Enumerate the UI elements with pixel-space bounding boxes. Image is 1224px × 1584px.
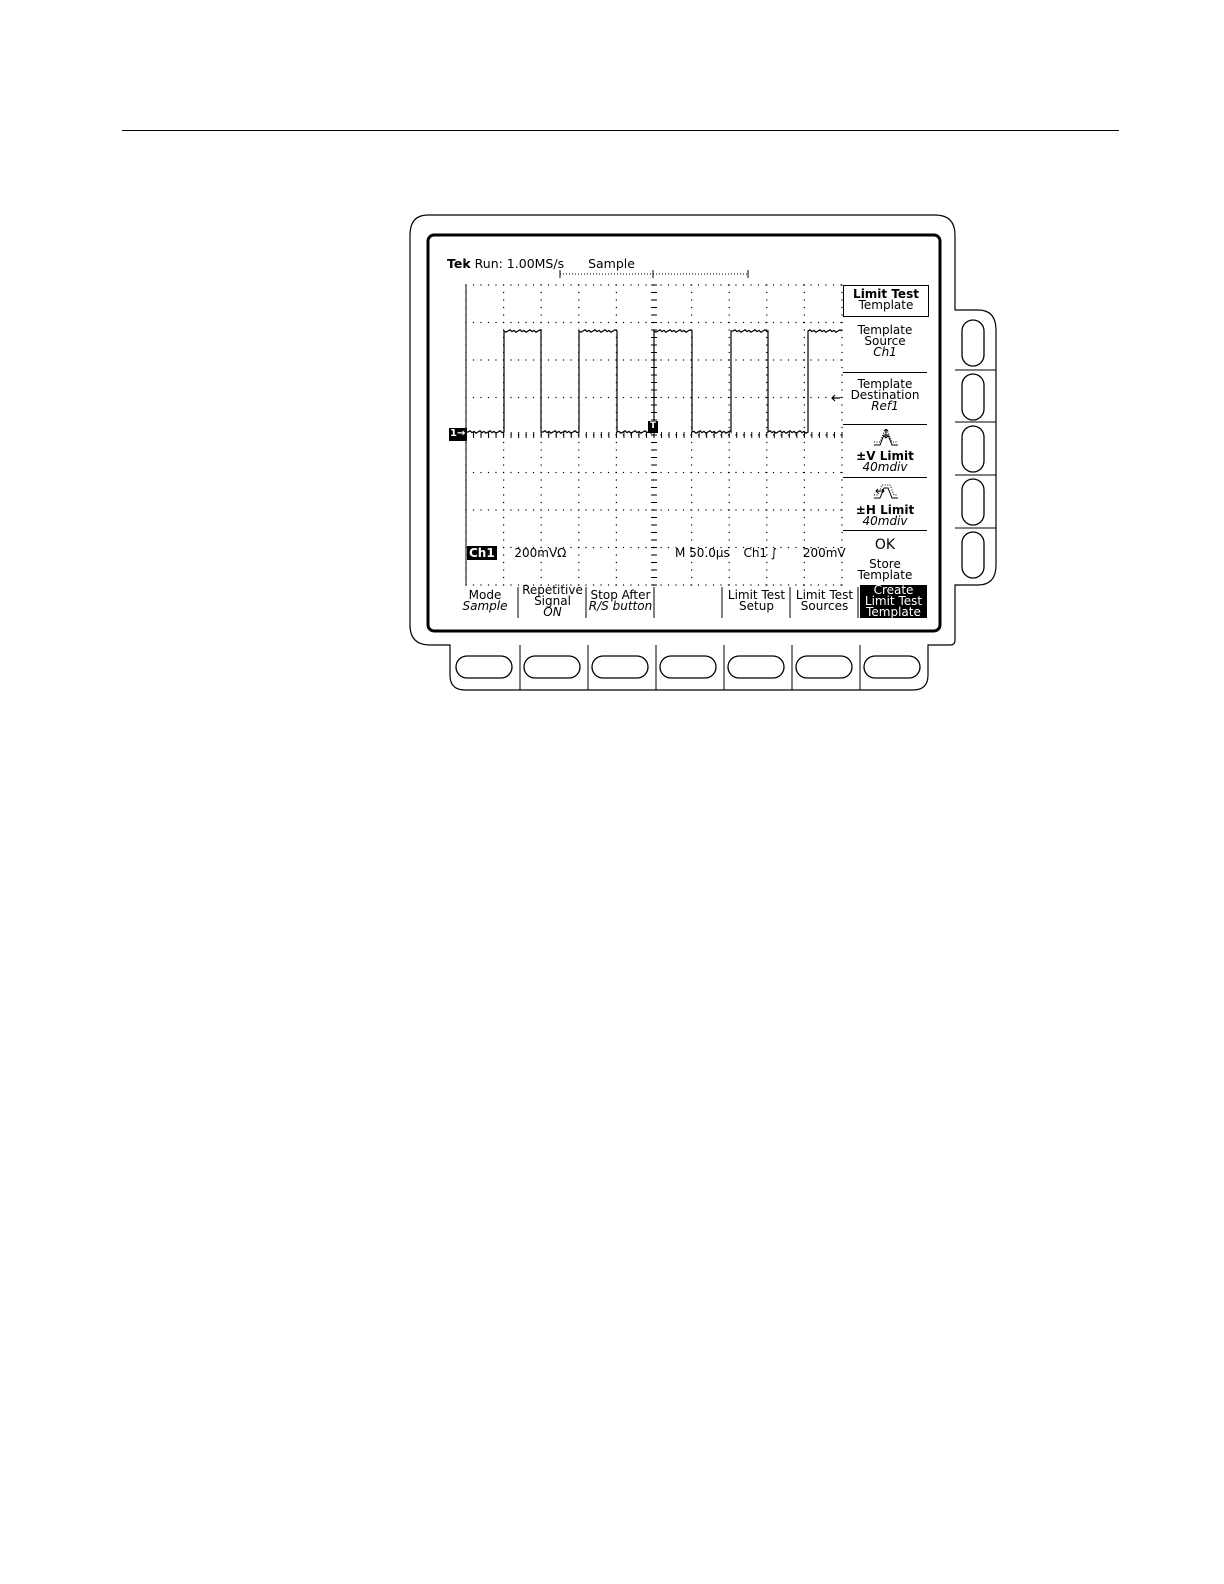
bottom-menu-create-template[interactable]: Create Limit Test Template — [860, 584, 927, 619]
limit-sources-line2: Sources — [800, 599, 849, 613]
side-buttons — [455, 319, 985, 679]
repetitive-value: ON — [543, 605, 562, 619]
side-button-4[interactable] — [961, 478, 985, 526]
bottom-button-6[interactable] — [795, 655, 853, 679]
mode-value: Sample — [462, 599, 508, 613]
bottom-menu-mode[interactable]: Mode Sample — [452, 588, 518, 618]
bottom-button-5[interactable] — [727, 655, 785, 679]
bottom-menu-empty[interactable] — [655, 588, 722, 618]
bottom-button-1[interactable] — [455, 655, 513, 679]
bottom-button-3[interactable] — [591, 655, 649, 679]
stop-after-value: R/S button — [588, 599, 653, 613]
bottom-menu-limit-test-sources[interactable]: Limit Test Sources — [791, 588, 858, 618]
bottom-menu-repetitive-signal[interactable]: Repetitive Signal ON — [519, 584, 586, 618]
bottom-menu-stop-after[interactable]: Stop After R/S button — [587, 588, 654, 618]
side-button-5[interactable] — [961, 531, 985, 579]
bottom-menu-limit-test-setup[interactable]: Limit Test Setup — [723, 588, 790, 618]
side-button-2[interactable] — [961, 373, 985, 421]
side-button-1[interactable] — [961, 319, 985, 367]
bottom-button-2[interactable] — [523, 655, 581, 679]
side-button-3[interactable] — [961, 425, 985, 473]
bottom-button-4[interactable] — [659, 655, 717, 679]
bottom-button-7[interactable] — [863, 655, 921, 679]
create-line3: Template — [866, 605, 921, 619]
limit-setup-line2: Setup — [739, 599, 774, 613]
